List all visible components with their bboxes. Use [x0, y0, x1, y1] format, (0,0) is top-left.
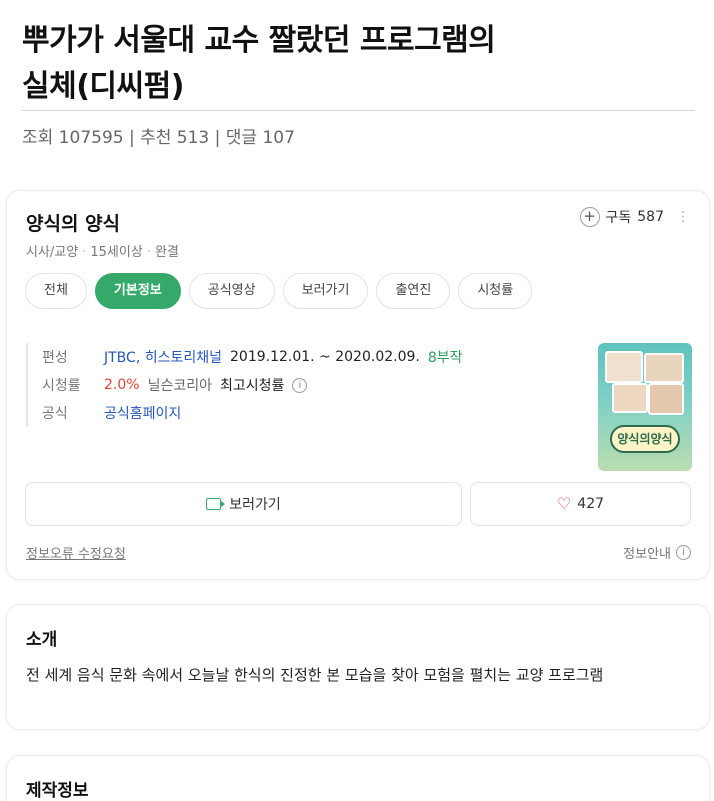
- plus-circle-icon: +: [579, 207, 600, 227]
- post-title: 뿌가가 서울대 교수 짤랐던 프로그램의 실체(디씨펌): [22, 18, 682, 110]
- more-vertical-icon[interactable]: ⋮: [676, 209, 690, 225]
- poster-photo: [605, 351, 643, 383]
- report-error-link[interactable]: 정보오류 수정요청: [26, 543, 126, 562]
- post-meta: 조회 107595 | 추천 513 | 댓글 107: [22, 128, 295, 148]
- tab-cast[interactable]: 출연진: [376, 273, 451, 309]
- like-button[interactable]: ♡ 427: [470, 482, 691, 526]
- program-info-card: 양식의 양식 시사/교양 · 15세이상 · 완결 + 구독 587 ⋮ 전체 기본정보…: [6, 190, 710, 580]
- ratings-value: 2.0%: [104, 377, 140, 393]
- info-row-official: 공식 공식홈페이지: [42, 399, 463, 427]
- info-key-ratings: 시청률: [42, 378, 81, 394]
- poster-photo: [644, 353, 684, 383]
- video-play-icon: [206, 498, 226, 510]
- production-title: 제작정보: [26, 781, 89, 801]
- info-key-broadcast: 편성: [42, 350, 68, 366]
- post-title-line1: 뿌가가 서울대 교수 짤랐던 프로그램의: [22, 23, 496, 58]
- info-guide-link[interactable]: 정보안내 i: [623, 543, 691, 562]
- info-key-official: 공식: [42, 406, 68, 422]
- broadcast-period: 2019.12.01. ~ 2020.02.09.: [230, 349, 420, 365]
- show-title[interactable]: 양식의 양식: [26, 209, 120, 236]
- intro-title: 소개: [26, 630, 58, 650]
- info-row-ratings: 시청률 2.0% 닐슨코리아 최고시청률 i: [42, 371, 463, 399]
- info-icon[interactable]: i: [292, 377, 308, 393]
- subscribe-count: 587: [637, 209, 664, 225]
- post-title-line2: 실체(디씨펌): [22, 69, 184, 104]
- production-card: 제작정보: [6, 755, 710, 801]
- tab-all[interactable]: 전체: [25, 273, 87, 309]
- program-poster[interactable]: 양식의양식: [598, 343, 692, 471]
- info-icon: i: [676, 545, 691, 560]
- info-guide-label: 정보안내: [623, 547, 671, 562]
- show-genre: 시사/교양: [26, 245, 79, 260]
- show-status: 완결: [154, 245, 179, 260]
- episode-count-link[interactable]: 8부작: [428, 347, 463, 367]
- title-divider: [22, 110, 695, 111]
- watch-button[interactable]: 보러가기: [25, 482, 462, 526]
- subscribe-button[interactable]: + 구독 587 ⋮: [579, 207, 690, 227]
- subscribe-label: 구독: [605, 210, 632, 226]
- intro-text: 전 세계 음식 문화 속에서 오늘날 한식의 진정한 본 모습을 찾아 모험을 …: [26, 666, 604, 684]
- watch-label: 보러가기: [229, 497, 281, 513]
- show-age-rating: 15세이상: [90, 245, 143, 260]
- heart-icon: ♡: [556, 494, 572, 513]
- info-block: 편성 JTBC, 히스토리채널 2019.12.01. ~ 2020.02.09…: [26, 343, 463, 427]
- ratings-source: 닐슨코리아: [147, 378, 212, 394]
- intro-card: 소개 전 세계 음식 문화 속에서 오늘날 한식의 진정한 본 모습을 찾아 모…: [6, 604, 710, 730]
- broadcast-channels-link[interactable]: JTBC, 히스토리채널: [104, 347, 222, 367]
- tab-ratings[interactable]: 시청률: [458, 273, 533, 309]
- poster-photo: [612, 383, 648, 413]
- info-row-broadcast: 편성 JTBC, 히스토리채널 2019.12.01. ~ 2020.02.09…: [42, 343, 463, 371]
- tab-watch[interactable]: 보러가기: [282, 273, 369, 309]
- show-subtitle: 시사/교양 · 15세이상 · 완결: [26, 245, 179, 260]
- official-homepage-link[interactable]: 공식홈페이지: [104, 403, 181, 423]
- like-count: 427: [577, 496, 605, 512]
- poster-photo: [648, 383, 684, 415]
- tab-basic-info[interactable]: 기본정보: [94, 273, 181, 309]
- tab-official-video[interactable]: 공식영상: [188, 273, 275, 309]
- poster-logo: 양식의양식: [610, 425, 680, 453]
- ratings-note: 최고시청률: [219, 378, 285, 394]
- tab-bar: 전체 기본정보 공식영상 보러가기 출연진 시청률: [25, 273, 533, 309]
